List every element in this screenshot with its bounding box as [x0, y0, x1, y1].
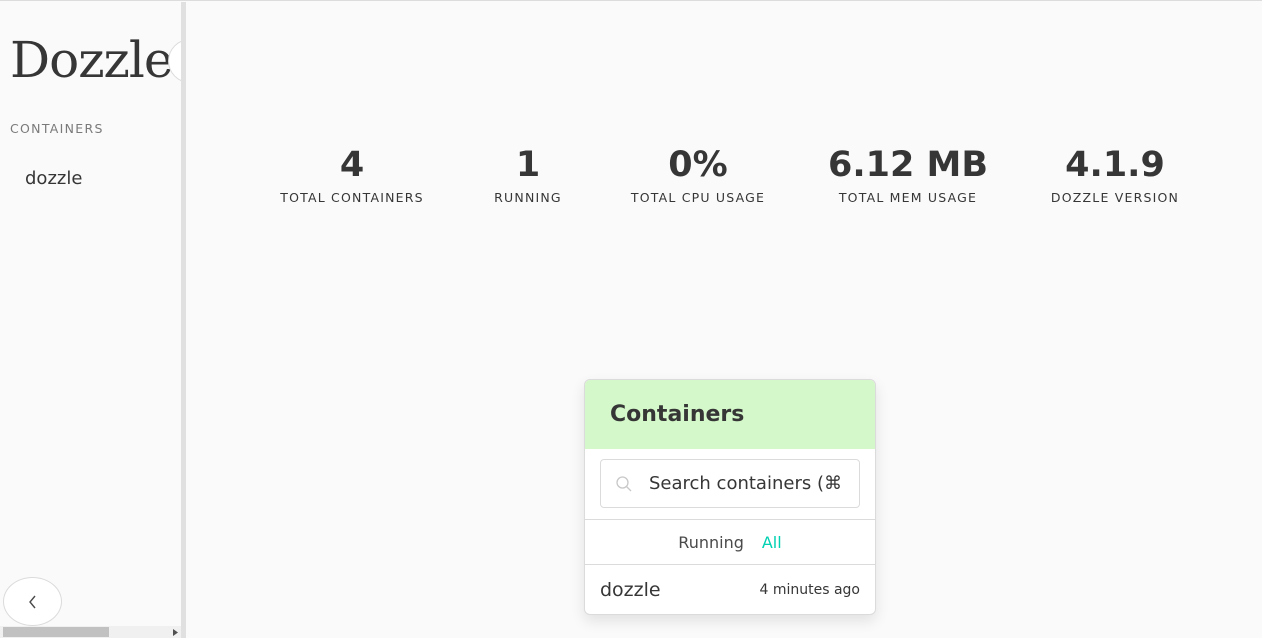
scrollbar-thumb[interactable]	[3, 627, 109, 637]
stat-heading: RUNNING	[494, 190, 562, 205]
sidebar: Dozzle CONTAINERS dozzle	[0, 2, 181, 638]
horizontal-scrollbar[interactable]	[0, 626, 181, 638]
tab-all[interactable]: All	[762, 533, 782, 552]
tab-running[interactable]: Running	[678, 533, 744, 552]
stat-dozzle-version: 4.1.9 DOZZLE VERSION	[1051, 140, 1179, 205]
panel-tabs: Running All	[585, 520, 875, 565]
container-created-time: 4 minutes ago	[759, 581, 860, 598]
chevron-left-icon	[28, 595, 36, 608]
stat-cpu-usage: 0% TOTAL CPU USAGE	[631, 140, 765, 205]
triangle-right-icon	[173, 628, 178, 636]
stat-value: 0%	[668, 145, 728, 185]
collapse-sidebar-button[interactable]	[3, 577, 62, 626]
stat-mem-usage: 6.12 MB TOTAL MEM USAGE	[828, 140, 988, 205]
container-row[interactable]: dozzle 4 minutes ago	[585, 565, 875, 614]
stat-running: 1 RUNNING	[494, 140, 562, 205]
sidebar-item-dozzle[interactable]: dozzle	[10, 162, 175, 196]
search-icon	[616, 476, 632, 492]
stat-value: 6.12 MB	[827, 145, 989, 185]
stat-heading: DOZZLE VERSION	[1050, 190, 1180, 205]
scroll-right-arrow[interactable]	[170, 626, 181, 638]
panel-title: Containers	[585, 380, 875, 449]
panel-search-block	[585, 449, 875, 520]
search-box[interactable]	[600, 459, 860, 508]
search-containers-input[interactable]	[649, 460, 854, 507]
stat-value: 1	[515, 145, 541, 185]
containers-panel: Containers Running All dozzle 4 minutes …	[584, 379, 876, 615]
menu-label-containers: CONTAINERS	[10, 121, 104, 136]
container-name: dozzle	[600, 578, 661, 601]
stat-heading: TOTAL CPU USAGE	[630, 190, 766, 205]
stat-value: 4	[339, 145, 365, 185]
stat-heading: TOTAL CONTAINERS	[280, 190, 424, 205]
app-logo[interactable]: Dozzle	[10, 30, 173, 90]
stat-total-containers: 4 TOTAL CONTAINERS	[280, 140, 424, 205]
app-window: Dozzle CONTAINERS dozzle 4 TOTAL CONTAIN…	[0, 0, 1262, 638]
stat-heading: TOTAL MEM USAGE	[838, 190, 978, 205]
stat-value: 4.1.9	[1065, 145, 1165, 185]
